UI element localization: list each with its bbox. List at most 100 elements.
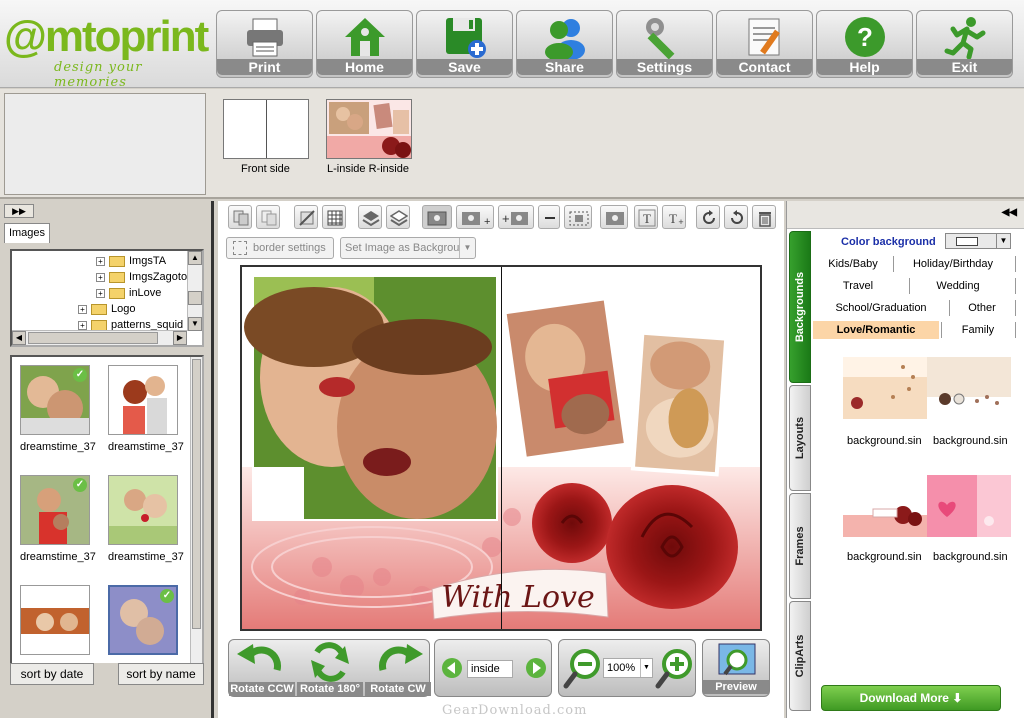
page-selector[interactable]: inside xyxy=(467,660,513,678)
home-button[interactable]: Home xyxy=(316,10,413,78)
add-text-icon: T + xyxy=(669,211,684,227)
rotate-left-button[interactable] xyxy=(696,205,720,229)
zoom-in-icon[interactable] xyxy=(655,648,693,690)
color-background-picker[interactable]: ▼ xyxy=(945,233,1011,249)
tree-horizontal-scrollbar[interactable]: ◀ ▶ xyxy=(12,330,187,345)
checked-icon: ✓ xyxy=(160,589,174,603)
text-button[interactable]: T xyxy=(634,205,658,229)
background-thumbnail[interactable] xyxy=(927,475,1011,537)
expand-icon[interactable]: + xyxy=(78,320,87,330)
backgrounds-panel: Color background ▼ Kids/Baby Holiday/Bir… xyxy=(813,231,1023,718)
border-settings-button[interactable]: border settings xyxy=(226,237,334,259)
zoom-out-icon[interactable] xyxy=(563,648,601,690)
inside-thumbnail[interactable] xyxy=(326,99,412,159)
image-thumbnail[interactable]: ✓ xyxy=(20,475,90,545)
collapse-panel-button[interactable]: ◀◀ xyxy=(1002,207,1017,218)
remove-photo-button[interactable] xyxy=(538,205,560,229)
save-button[interactable]: Save xyxy=(416,10,513,78)
tab-frames[interactable]: Frames xyxy=(789,493,811,599)
category-kids-baby[interactable]: Kids/Baby xyxy=(817,255,889,273)
share-button[interactable]: Share xyxy=(516,10,613,78)
set-image-as-background-dropdown[interactable]: Set Image as Backgrou ▼ xyxy=(340,237,476,259)
scroll-down-icon[interactable]: ▼ xyxy=(188,317,202,331)
tree-item-inlove[interactable]: + inLove xyxy=(96,285,161,301)
tab-images[interactable]: Images xyxy=(4,223,50,243)
crop-button[interactable] xyxy=(564,205,592,229)
contact-button[interactable]: Contact xyxy=(716,10,813,78)
expand-icon[interactable]: + xyxy=(96,256,105,266)
next-page-icon[interactable] xyxy=(525,657,547,679)
tree-item-imgszagoto[interactable]: + ImgsZagoto xyxy=(96,269,187,285)
sort-by-name-button[interactable]: sort by name xyxy=(118,663,204,685)
paste-icon xyxy=(261,210,277,226)
front-side-label: Front side xyxy=(241,163,290,175)
rotate-right-button[interactable] xyxy=(724,205,748,229)
photo-effects-icon xyxy=(606,212,624,225)
design-canvas[interactable]: With Love xyxy=(240,265,762,631)
add-photo-button[interactable]: + xyxy=(498,205,534,229)
tree-item-logo[interactable]: + Logo xyxy=(78,301,135,317)
grid-button[interactable] xyxy=(322,205,346,229)
scroll-left-icon[interactable]: ◀ xyxy=(12,331,26,345)
category-holiday-birthday[interactable]: Holiday/Birthday xyxy=(897,255,1009,273)
tree-vertical-scrollbar[interactable]: ▲ ▼ xyxy=(187,251,202,331)
print-button[interactable]: Print xyxy=(216,10,313,78)
tab-backgrounds[interactable]: Backgrounds xyxy=(789,231,811,383)
contact-note-icon xyxy=(748,18,780,56)
download-arrow-icon: ⬇ xyxy=(952,691,963,705)
image-thumbnail[interactable]: ✓ xyxy=(20,365,90,435)
prev-page-icon[interactable] xyxy=(441,657,463,679)
rotate-ccw-button[interactable]: Rotate CCW xyxy=(229,640,295,698)
layer-up-button[interactable] xyxy=(358,205,382,229)
exit-label: Exit xyxy=(917,59,1012,75)
image-thumbnail-selected[interactable]: ✓ xyxy=(108,585,178,655)
front-side-thumbnail[interactable] xyxy=(223,99,309,159)
layer-down-button[interactable] xyxy=(386,205,410,229)
scroll-thumb[interactable] xyxy=(192,359,201,629)
photo-effects-button[interactable] xyxy=(600,205,628,229)
exit-button[interactable]: Exit xyxy=(916,10,1013,78)
image-thumbnail[interactable] xyxy=(20,585,90,655)
tree-item-imgsta[interactable]: + ImgsTA xyxy=(96,253,166,269)
category-love-romantic[interactable]: Love/Romantic xyxy=(813,321,939,339)
add-image-button[interactable]: + xyxy=(456,205,494,229)
help-button[interactable]: ? Help xyxy=(816,10,913,78)
image-frame-icon xyxy=(427,211,447,226)
thumbnails-vertical-scrollbar[interactable] xyxy=(190,357,202,683)
category-wedding[interactable]: Wedding xyxy=(917,277,999,295)
category-travel[interactable]: Travel xyxy=(817,277,899,295)
rotate-cw-button[interactable]: Rotate CW xyxy=(365,640,431,698)
rotate-180-button[interactable]: Rotate 180° xyxy=(297,640,363,698)
expand-icon[interactable]: + xyxy=(96,272,105,282)
category-family[interactable]: Family xyxy=(945,321,1011,339)
expand-panel-button[interactable]: ▶▶ xyxy=(4,204,34,218)
copy-icon xyxy=(233,210,249,226)
scroll-right-icon[interactable]: ▶ xyxy=(173,331,187,345)
zoom-level-select[interactable]: 100% ▼ xyxy=(603,658,653,678)
copy-page-button[interactable] xyxy=(228,205,252,229)
category-school-graduation[interactable]: School/Graduation xyxy=(817,299,945,317)
settings-button[interactable]: Settings xyxy=(616,10,713,78)
add-text-button[interactable]: T + xyxy=(662,205,686,229)
background-thumbnail[interactable] xyxy=(927,357,1011,419)
expand-icon[interactable]: + xyxy=(78,304,87,314)
image-thumbnail[interactable] xyxy=(108,475,178,545)
paste-page-button[interactable] xyxy=(256,205,280,229)
image-thumbnail[interactable] xyxy=(108,365,178,435)
sort-by-date-button[interactable]: sort by date xyxy=(10,663,94,685)
preview-button[interactable]: Preview xyxy=(702,639,770,697)
scroll-thumb[interactable] xyxy=(188,291,202,305)
scroll-up-icon[interactable]: ▲ xyxy=(188,251,202,265)
hscroll-thumb[interactable] xyxy=(28,332,158,344)
top-toolbar: @mtoprint design your memories Print Hom… xyxy=(0,0,1024,90)
background-thumbnail[interactable] xyxy=(843,475,927,537)
download-more-button[interactable]: Download More ⬇ xyxy=(821,685,1001,711)
background-thumbnail[interactable] xyxy=(843,357,927,419)
expand-icon[interactable]: + xyxy=(96,288,105,298)
category-other[interactable]: Other xyxy=(953,299,1011,317)
tab-cliparts[interactable]: ClipArts xyxy=(789,601,811,711)
delete-button[interactable] xyxy=(752,205,776,229)
clear-button[interactable] xyxy=(294,205,318,229)
tab-layouts[interactable]: Layouts xyxy=(789,385,811,491)
image-frame-button[interactable] xyxy=(422,205,452,229)
